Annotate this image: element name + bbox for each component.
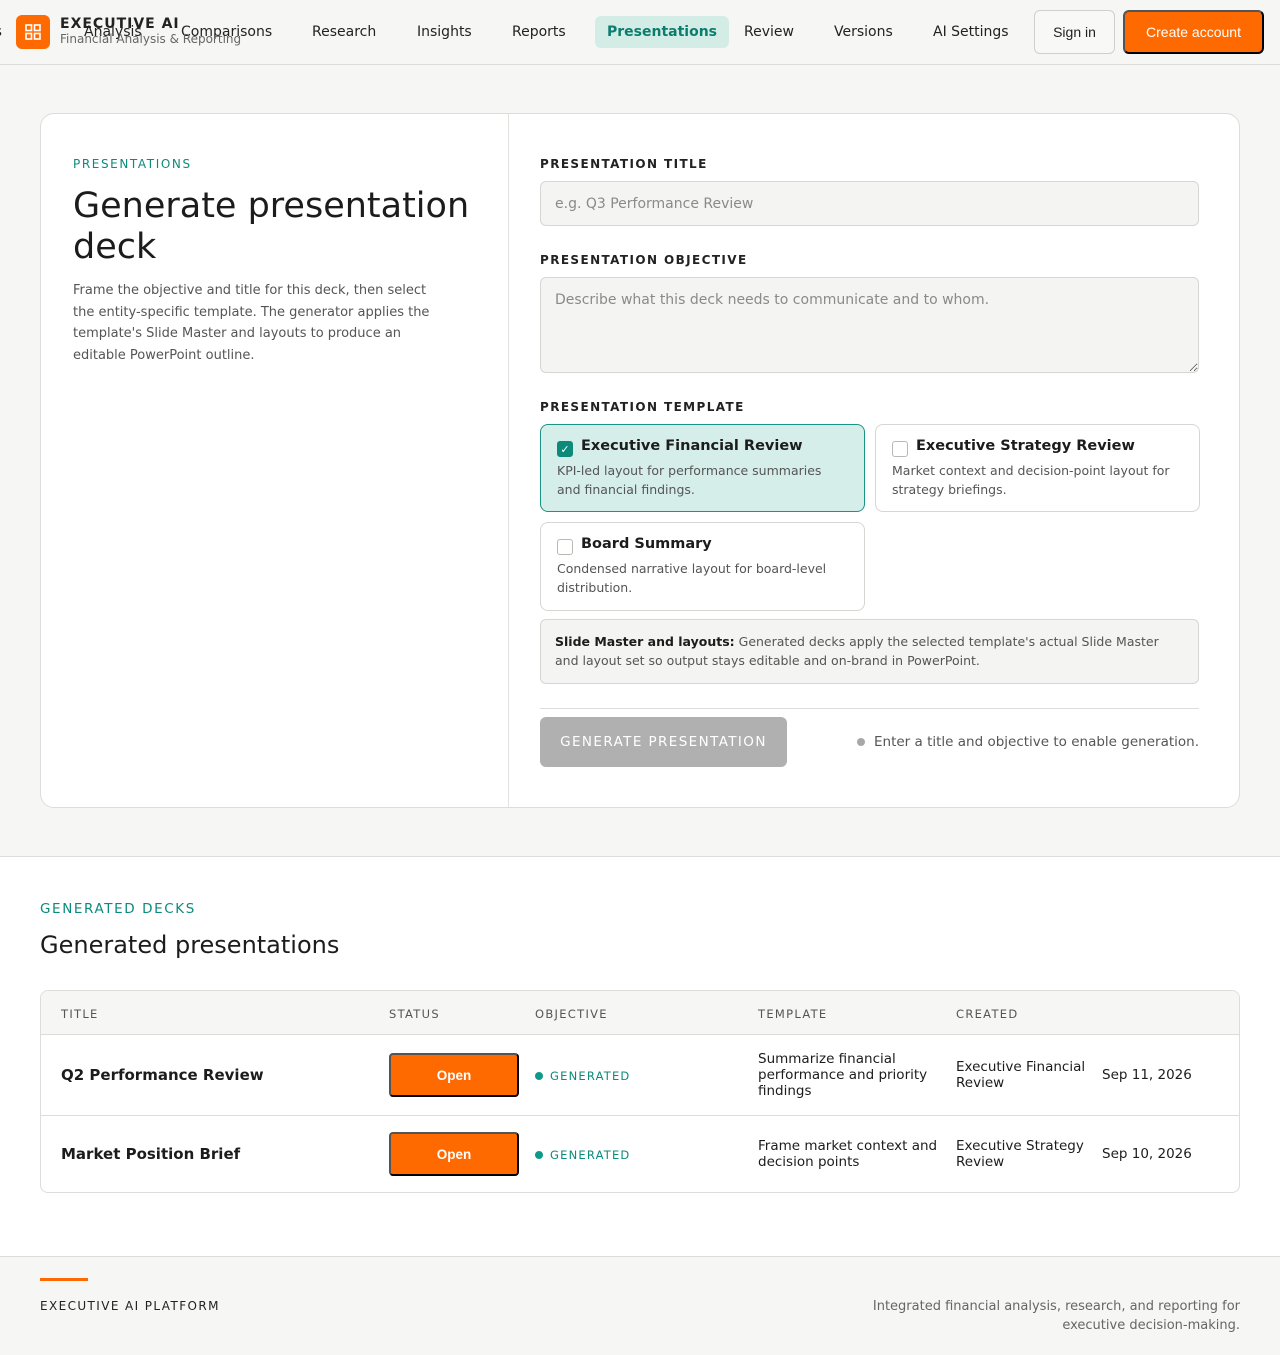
column-header-title: TITLE [61, 1007, 99, 1021]
brand-subtitle: Financial Analysis & Reporting [60, 32, 242, 46]
nav-link-truncated[interactable]: es [0, 24, 2, 40]
open-deck-button[interactable]: Open [389, 1132, 519, 1176]
template-option-board-summary[interactable]: Board Summary Condensed narrative layout… [540, 522, 865, 611]
create-account-button[interactable]: Create account [1123, 10, 1264, 54]
column-header-created: CREATED [956, 1007, 1019, 1021]
template-option-executive-strategy-review[interactable]: Executive Strategy Review Market context… [875, 424, 1200, 512]
card-divider [508, 114, 509, 807]
form-divider [540, 708, 1199, 709]
title-field-label: PRESENTATION TITLE [540, 157, 708, 171]
page-title: Generate presentation deck [73, 186, 470, 267]
nav-link-reports[interactable]: Reports [500, 16, 578, 48]
generated-presentations-table: TITLE STATUS OBJECTIVE TEMPLATE CREATED … [40, 990, 1240, 1193]
footer-accent-bar [40, 1278, 88, 1281]
presentation-title-input[interactable] [540, 181, 1199, 226]
deck-title: Q2 Performance Review [61, 1066, 264, 1084]
footer-brand: EXECUTIVE AI PLATFORM [40, 1299, 220, 1313]
objective-field-label: PRESENTATION OBJECTIVE [540, 253, 748, 267]
table-row: Market Position Brief Open GENERATED Fra… [41, 1116, 1239, 1192]
checkbox-unchecked[interactable] [557, 539, 573, 555]
footer-tagline: Integrated financial analysis, research,… [872, 1299, 1240, 1333]
table-header: TITLE STATUS OBJECTIVE TEMPLATE CREATED [41, 991, 1239, 1035]
sign-in-button[interactable]: Sign in [1034, 10, 1115, 54]
template-name: Executive Strategy Review [916, 438, 1135, 454]
status-dot-icon [535, 1072, 543, 1080]
template-description: Market context and decision-point layout… [892, 463, 1170, 497]
generated-eyebrow: GENERATED DECKS [40, 901, 196, 917]
template-description: KPI-led layout for performance summaries… [557, 463, 822, 497]
top-navigation: es Analysis Comparisons Research Insight… [0, 0, 1280, 65]
generated-decks-section: GENERATED DECKS Generated presentations … [0, 856, 1280, 1257]
slide-master-note: Slide Master and layouts: Generated deck… [540, 619, 1199, 684]
column-header-status: STATUS [389, 1007, 440, 1021]
column-header-template: TEMPLATE [758, 1007, 828, 1021]
nav-link-research[interactable]: Research [300, 16, 388, 48]
status-dot-icon [535, 1151, 543, 1159]
deck-objective: Summarize financial performance and prio… [758, 1051, 928, 1099]
status-label: GENERATED [550, 1148, 631, 1162]
nav-link-review[interactable]: Review [732, 16, 806, 48]
grid-icon [25, 24, 41, 40]
generated-title: Generated presentations [40, 931, 340, 959]
template-description: Condensed narrative layout for board-lev… [557, 561, 827, 595]
page-description: Frame the objective and title for this d… [73, 283, 430, 363]
nav-link-ai-settings[interactable]: AI Settings [921, 16, 1020, 48]
column-header-objective: OBJECTIVE [535, 1007, 608, 1021]
deck-title: Market Position Brief [61, 1145, 241, 1163]
brand-name: EXECUTIVE AI [60, 16, 180, 32]
check-icon: ✓ [560, 442, 570, 456]
slide-master-note-heading: Slide Master and layouts: [555, 634, 735, 649]
deck-created-date: Sep 10, 2026 [1102, 1146, 1192, 1162]
checkbox-unchecked[interactable] [892, 441, 908, 457]
open-deck-button[interactable]: Open [389, 1053, 519, 1097]
generate-hint: Enter a title and objective to enable ge… [856, 734, 1199, 750]
status-label: GENERATED [550, 1069, 631, 1083]
nav-link-presentations[interactable]: Presentations [595, 16, 730, 48]
deck-objective: Frame market context and decision points [758, 1138, 938, 1170]
status-badge: GENERATED [535, 1069, 631, 1083]
deck-template: Executive Strategy Review [956, 1138, 1084, 1170]
presentation-generator-card: PRESENTATIONS Generate presentation deck… [40, 113, 1240, 808]
deck-created-date: Sep 11, 2026 [1102, 1067, 1192, 1083]
template-name: Board Summary [581, 536, 712, 552]
nav-link-insights[interactable]: Insights [405, 16, 484, 48]
info-dot-icon [856, 738, 865, 746]
generate-hint-text: Enter a title and objective to enable ge… [873, 734, 1199, 750]
template-name: Executive Financial Review [581, 438, 803, 454]
status-badge: GENERATED [535, 1148, 631, 1162]
presentation-objective-input[interactable] [540, 277, 1199, 373]
template-field-label: PRESENTATION TEMPLATE [540, 400, 745, 414]
deck-template: Executive Financial Review [956, 1059, 1086, 1091]
generate-presentation-button[interactable]: GENERATE PRESENTATION [540, 717, 787, 767]
nav-link-versions[interactable]: Versions [822, 16, 905, 48]
brand-logo[interactable] [16, 15, 50, 49]
section-eyebrow: PRESENTATIONS [73, 157, 192, 171]
checkbox-checked[interactable]: ✓ [557, 441, 573, 457]
template-option-executive-financial-review[interactable]: ✓ Executive Financial Review KPI-led lay… [540, 424, 865, 512]
table-row: Q2 Performance Review Open GENERATED Sum… [41, 1035, 1239, 1116]
